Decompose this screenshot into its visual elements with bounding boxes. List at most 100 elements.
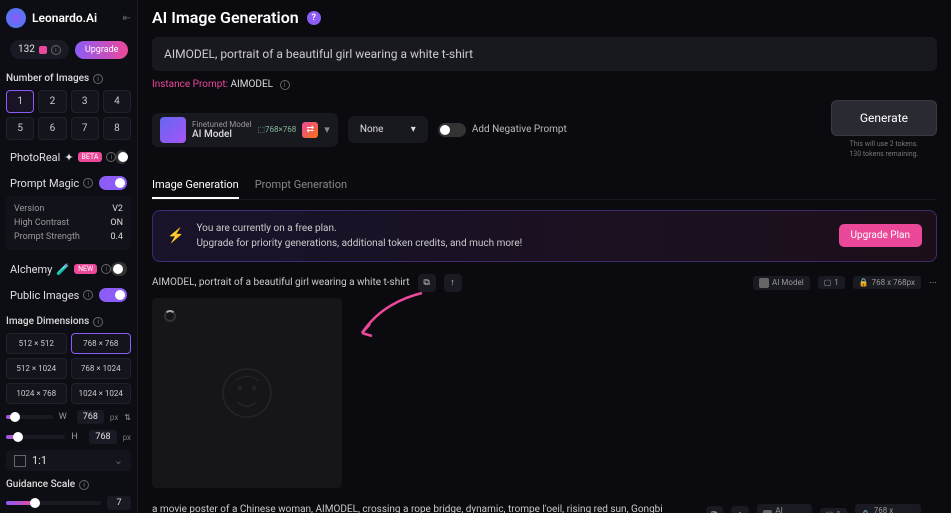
token-row: 132 i Upgrade [6,40,131,59]
negative-prompt-toggle[interactable] [438,123,466,137]
prompt-magic-row: Prompt Magic i [6,170,131,196]
token-count: 132 [18,44,35,55]
reuse-icon[interactable]: ↑ [731,506,749,513]
width-slider-row: W 768 px ⇅ [6,410,131,424]
banner-text: You are currently on a free plan. Upgrad… [196,221,826,251]
num-btn-7[interactable]: 7 [71,117,99,140]
info-icon[interactable]: i [106,152,116,162]
count-chip: ▢1 [820,508,847,513]
guidance-slider[interactable] [6,501,101,505]
guidance-label: Guidance Scale i [6,479,131,490]
style-select[interactable]: None ▾ [348,116,428,143]
placeholder-face-icon [217,363,277,423]
public-images-toggle[interactable] [99,288,127,302]
num-btn-1[interactable]: 1 [6,90,34,113]
height-slider[interactable] [6,435,65,439]
dim-btn[interactable]: 512 × 1024 [6,358,67,379]
prompt-input[interactable]: AIMODEL, portrait of a beautiful girl we… [152,37,937,71]
dim-chip: 🔒768 x 768px [855,504,921,513]
num-btn-8[interactable]: 8 [103,117,131,140]
generation-prompt: a movie poster of a Chinese woman, AIMOD… [152,504,698,513]
info-icon[interactable]: i [101,264,111,274]
dim-chip: 🔒768 x 768px [853,276,921,289]
brand-name: Leonardo.Ai [32,11,97,25]
height-slider-row: H 768 px [6,430,131,444]
info-icon[interactable]: i [83,178,93,188]
model-swap-icon[interactable]: ⇄ [302,122,318,138]
spinner-icon [164,310,176,322]
num-btn-5[interactable]: 5 [6,117,34,140]
generate-button[interactable]: Generate [831,100,937,136]
generation-prompt: AIMODEL, portrait of a beautiful girl we… [152,277,410,288]
info-icon[interactable]: i [79,480,89,490]
alchemy-toggle[interactable] [111,262,127,276]
dim-btn[interactable]: 768 × 1024 [71,358,132,379]
lock-icon: 🔒 [859,278,869,287]
width-value: 768 [77,410,104,424]
info-icon[interactable]: i [93,317,103,327]
avatar-icon [759,278,769,288]
num-images-label: Number of Images i [6,73,131,84]
copy-icon[interactable]: ⧉ [706,506,724,513]
more-icon[interactable]: ⋯ [929,278,937,287]
upgrade-plan-button[interactable]: Upgrade Plan [839,224,922,247]
info-icon[interactable]: i [51,45,61,55]
new-badge: NEW [74,264,97,274]
image-icon: ▢ [824,278,832,287]
model-dim-tag: ⬚768×768 [257,125,296,134]
upgrade-banner: ⚡ You are currently on a free plan. Upgr… [152,210,937,262]
info-icon[interactable]: i [280,80,290,90]
width-label: W [59,412,71,422]
sidebar: Leonardo.Ai ⇤ 132 i Upgrade Number of Im… [0,0,138,513]
aspect-ratio-select[interactable]: 1:1 ⌄ [6,450,131,471]
reuse-icon[interactable]: ↑ [444,274,462,292]
model-select[interactable]: Finetuned Model AI Model ⬚768×768 ⇄ ▾ [152,113,338,147]
height-label: H [71,432,83,442]
prompt-magic-toggle[interactable] [99,176,127,190]
num-btn-2[interactable]: 2 [38,90,66,113]
model-chip[interactable]: AI Model [757,504,812,513]
generation-header: AIMODEL, portrait of a beautiful girl we… [152,274,937,292]
height-value: 768 [89,430,116,444]
photoreal-toggle[interactable] [116,150,127,164]
public-images-row: Public Images i [6,282,131,308]
beta-badge: BETA [78,152,103,162]
dim-btn[interactable]: 768 × 768 [71,333,132,354]
guidance-slider-row: 7 [6,496,131,510]
prompt-magic-panel: VersionV2 High ContrastON Prompt Strengt… [6,196,131,250]
tab-image-generation[interactable]: Image Generation [152,172,239,199]
num-btn-3[interactable]: 3 [71,90,99,113]
avatar-icon [763,510,773,513]
aspect-icon [14,455,26,467]
photoreal-row: PhotoReal ✦ BETA i [6,144,131,170]
dim-btn[interactable]: 1024 × 1024 [71,383,132,404]
annotation-arrow-icon [352,288,432,348]
upgrade-button[interactable]: Upgrade [75,41,129,59]
generation-meta: AI Model ▢1 🔒768 x 768px ⋯ [757,504,937,513]
bolt-icon: ⚡ [167,228,184,244]
model-chip[interactable]: AI Model [753,276,810,290]
generate-column: Generate This will use 2 tokens. 130 tok… [831,100,937,160]
dim-btn[interactable]: 512 × 512 [6,333,67,354]
info-icon[interactable]: i [93,74,103,84]
chevron-down-icon: ▾ [324,123,330,136]
swap-dims-icon[interactable]: ⇅ [124,413,131,422]
alchemy-label: Alchemy [10,263,52,276]
width-slider[interactable] [6,415,53,419]
num-btn-6[interactable]: 6 [38,117,66,140]
guidance-value: 7 [107,496,131,510]
count-chip: ▢1 [818,276,845,289]
brand-row: Leonardo.Ai ⇤ [6,8,131,28]
collapse-sidebar-icon[interactable]: ⇤ [123,13,131,24]
tabs: Image Generation Prompt Generation [152,172,937,200]
dim-btn[interactable]: 1024 × 768 [6,383,67,404]
generate-meta: This will use 2 tokens. 130 tokens remai… [831,140,937,160]
info-icon[interactable]: i [83,290,93,300]
num-btn-4[interactable]: 4 [103,90,131,113]
copy-icon[interactable]: ⧉ [418,274,436,292]
generation-header: a movie poster of a Chinese woman, AIMOD… [152,504,937,513]
instance-prompt-row: Instance Prompt: AIMODEL i [152,79,937,90]
tab-prompt-generation[interactable]: Prompt Generation [255,172,347,199]
token-badge[interactable]: 132 i [10,40,69,59]
help-icon[interactable]: ? [307,11,321,25]
